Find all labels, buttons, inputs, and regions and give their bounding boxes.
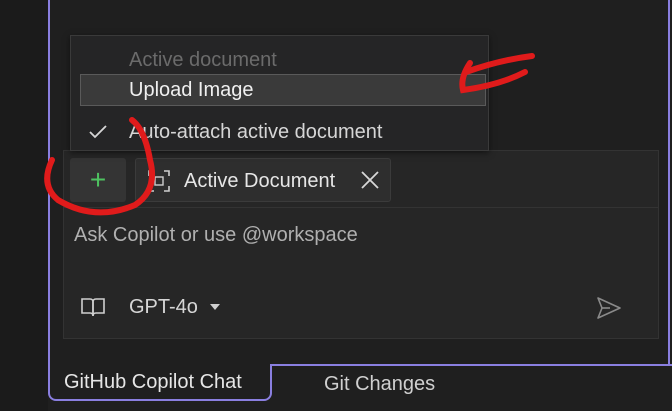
left-gutter (0, 0, 48, 411)
menu-item-active-document: Active document (129, 49, 277, 71)
chat-input[interactable]: Ask Copilot or use @workspace (74, 224, 358, 247)
add-context-button[interactable]: + (70, 158, 126, 202)
focus-frame-icon (148, 170, 170, 192)
tab-github-copilot-chat[interactable]: GitHub Copilot Chat (48, 364, 272, 401)
chip-label: Active Document (184, 170, 336, 192)
check-icon (89, 125, 107, 139)
menu-item-auto-attach[interactable]: Auto-attach active document (71, 116, 488, 148)
plus-icon: + (89, 164, 107, 195)
close-icon[interactable] (358, 168, 382, 192)
chevron-down-icon[interactable] (210, 304, 220, 310)
attach-context-menu: Active document Upload Image Auto-attach… (70, 35, 489, 151)
tab-git-changes[interactable]: Git Changes (324, 366, 435, 402)
book-icon[interactable] (80, 296, 106, 318)
send-icon[interactable] (596, 296, 622, 320)
menu-item-upload-image[interactable]: Upload Image (71, 74, 488, 106)
model-selector[interactable]: GPT-4o (129, 296, 198, 319)
active-document-chip[interactable]: Active Document (135, 158, 391, 202)
